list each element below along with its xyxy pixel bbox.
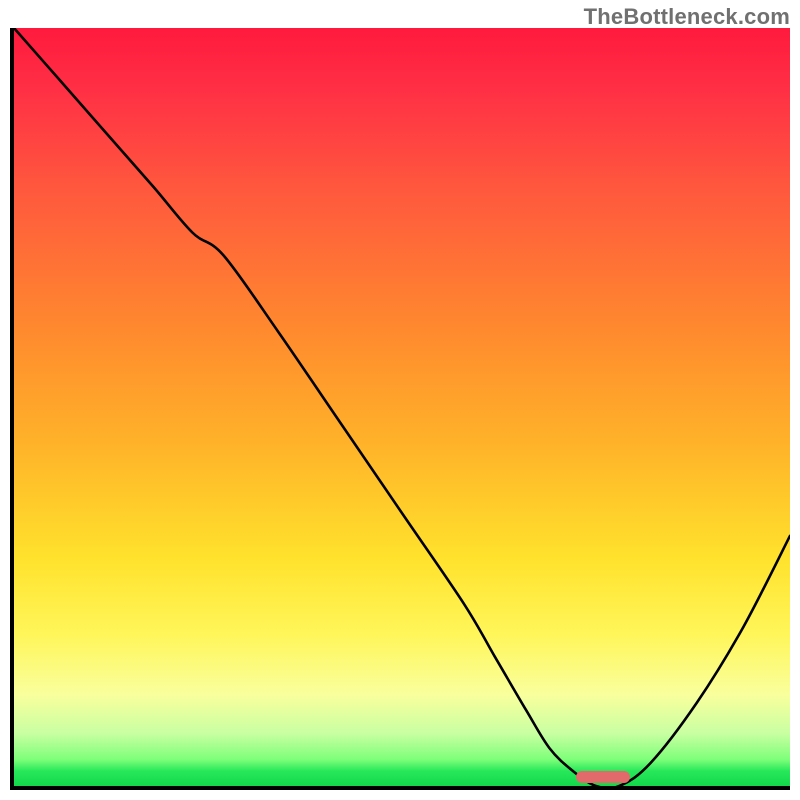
watermark-text: TheBottleneck.com	[584, 4, 790, 30]
optimal-range-marker	[576, 771, 631, 783]
chart-root: TheBottleneck.com	[0, 0, 800, 800]
bottleneck-curve	[14, 28, 790, 786]
plot-area	[10, 28, 790, 790]
